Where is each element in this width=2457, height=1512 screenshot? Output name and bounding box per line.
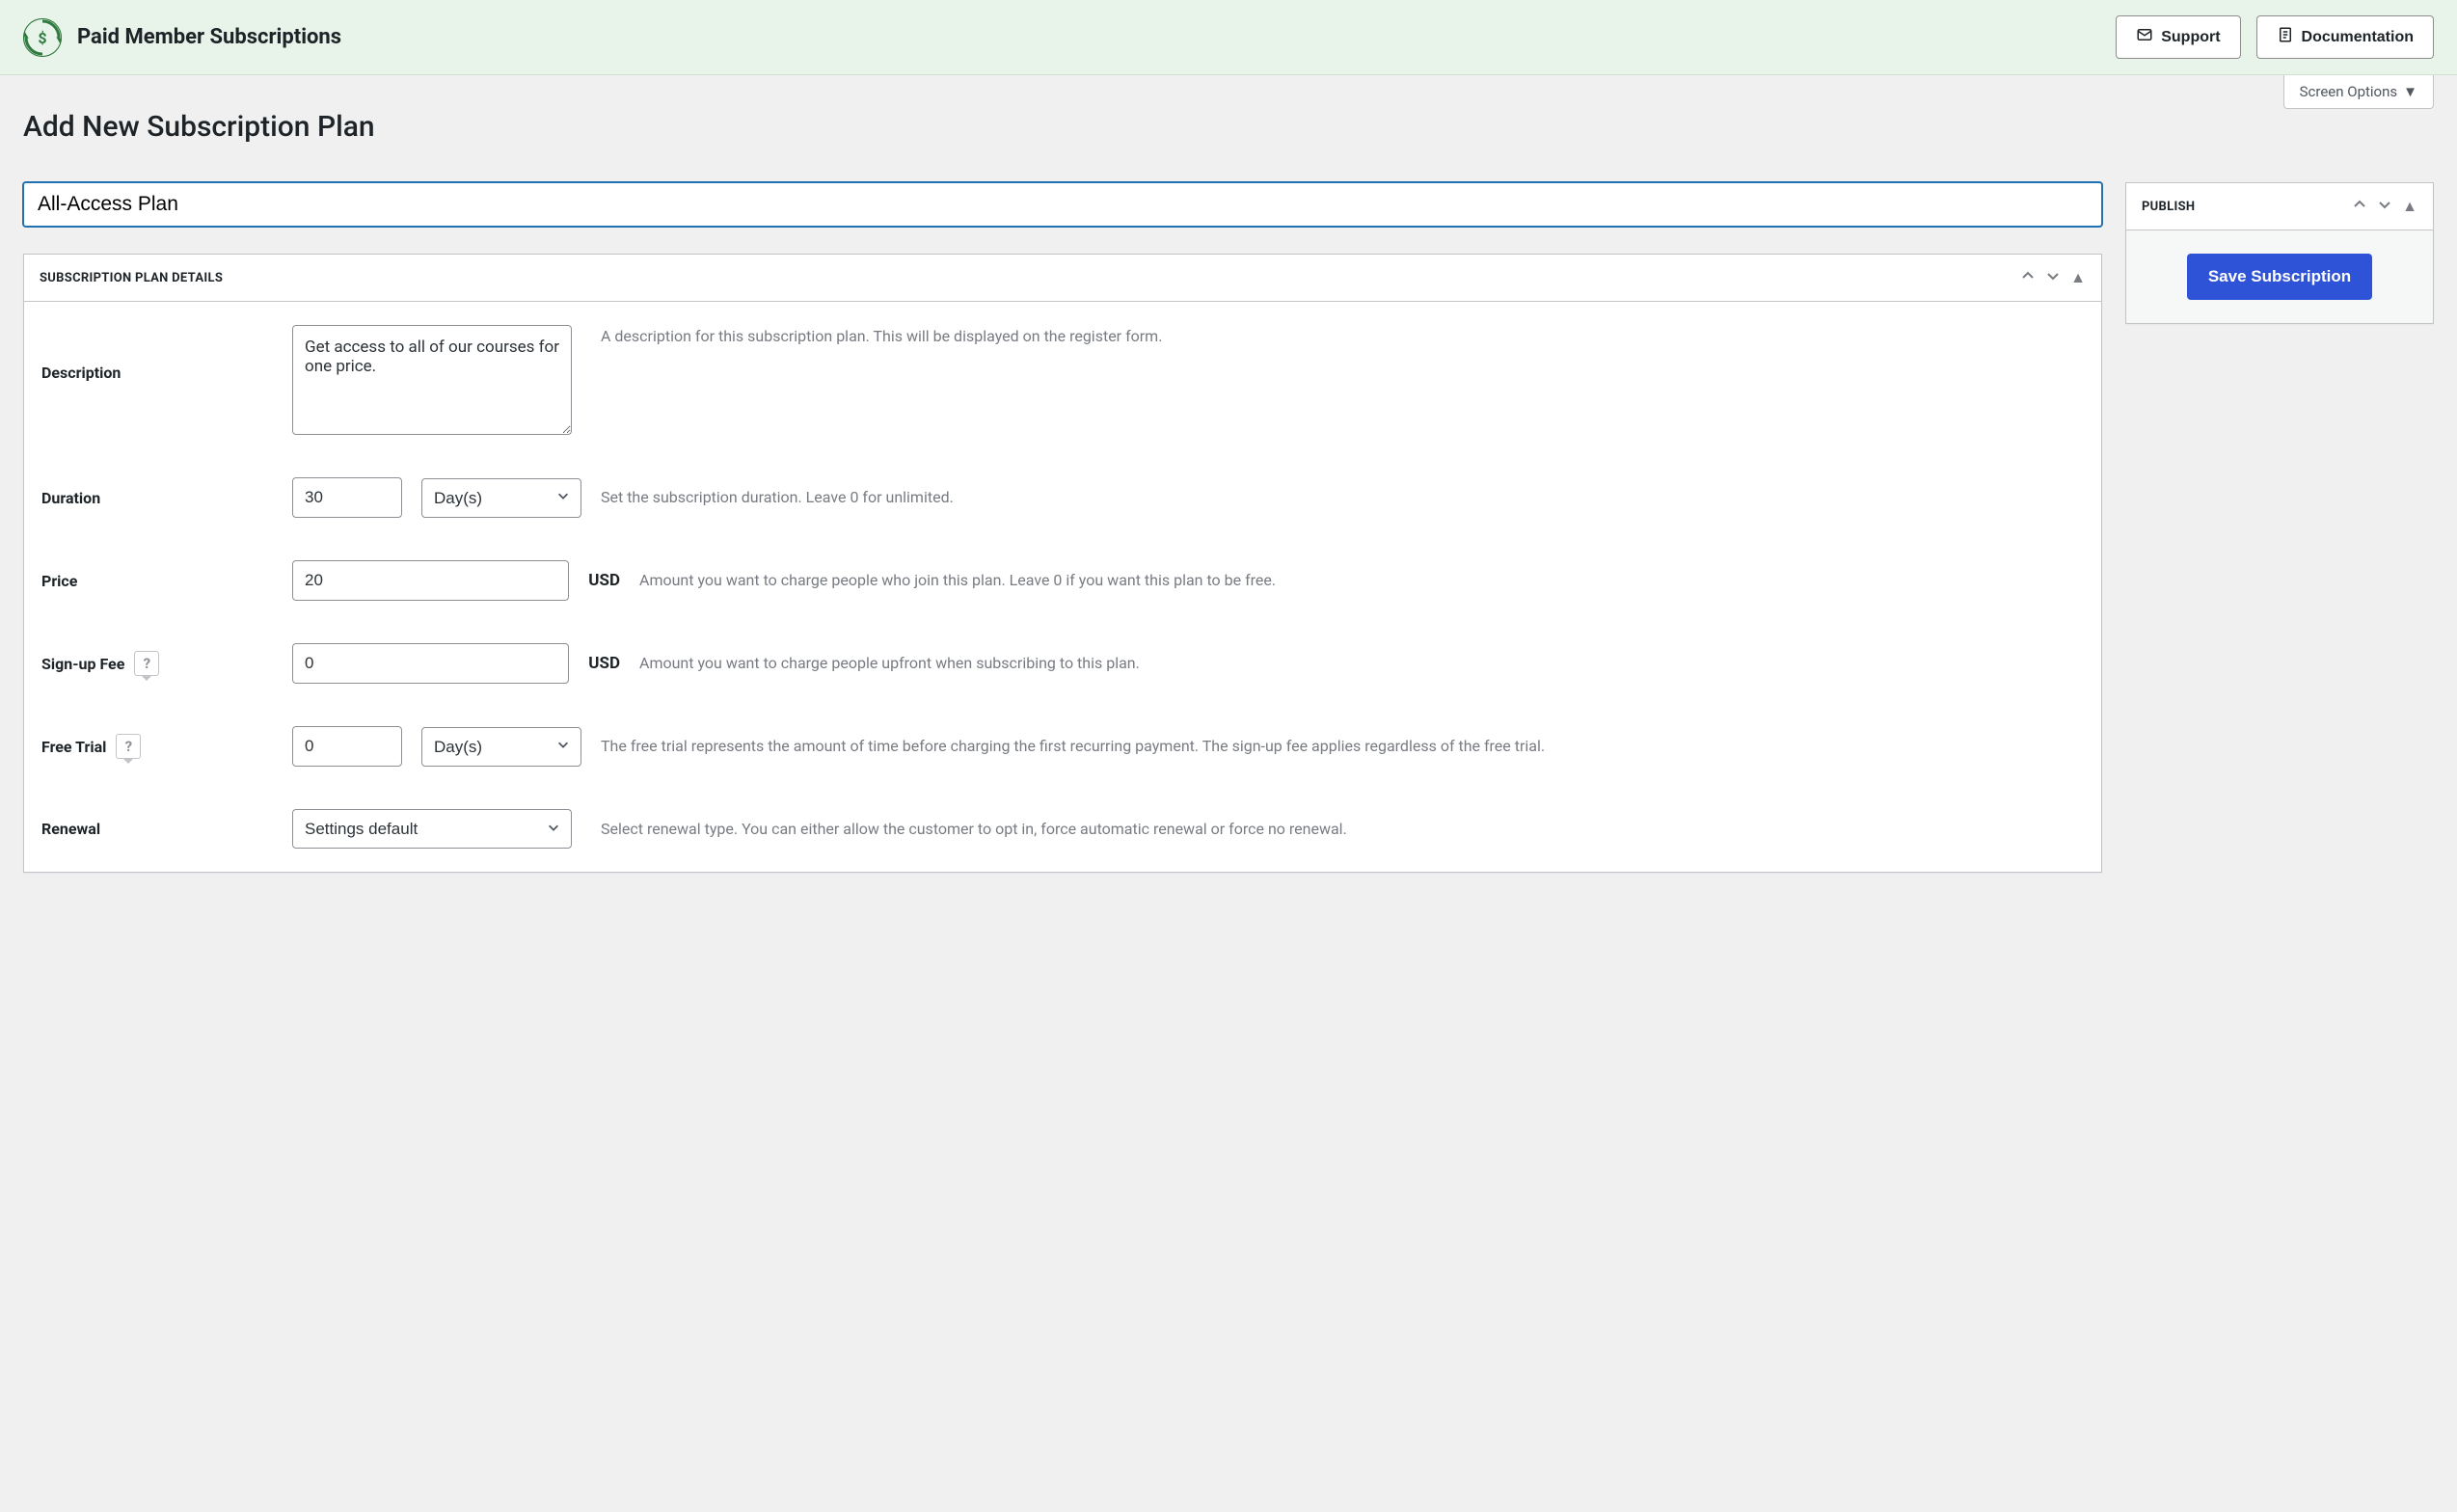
duration-unit-select[interactable]: Day(s) <box>421 478 581 518</box>
metabox-title: SUBSCRIPTION PLAN DETAILS <box>40 271 223 285</box>
documentation-button[interactable]: Documentation <box>2256 15 2434 59</box>
page-title: Add New Subscription Plan <box>23 75 2434 182</box>
publish-header: PUBLISH ▲ <box>2126 183 2433 230</box>
content-wrap: Screen Options ▼ Add New Subscription Pl… <box>0 75 2457 915</box>
mail-icon <box>2136 26 2153 48</box>
move-down-icon[interactable] <box>2377 197 2392 216</box>
duration-control: Day(s) <box>292 477 581 518</box>
renewal-select[interactable]: Settings default <box>292 809 572 849</box>
price-input[interactable] <box>292 560 569 601</box>
description-helper: A description for this subscription plan… <box>581 325 2084 348</box>
metabox-header: SUBSCRIPTION PLAN DETAILS ▲ <box>24 255 2101 302</box>
renewal-row: Renewal Settings default Se <box>41 809 2084 849</box>
plan-title-input[interactable] <box>23 182 2102 227</box>
signup-fee-row: Sign-up Fee ? USD Amount you want to cha… <box>41 643 2084 684</box>
signup-fee-label-text: Sign-up Fee <box>41 655 124 673</box>
move-up-icon[interactable] <box>2352 197 2367 216</box>
renewal-select-wrap: Settings default <box>292 809 572 849</box>
description-control: Get access to all of our courses for one… <box>292 325 581 435</box>
toggle-icon[interactable]: ▲ <box>2070 268 2086 287</box>
documentation-label: Documentation <box>2302 29 2414 46</box>
free-trial-unit-select[interactable]: Day(s) <box>421 727 581 767</box>
duration-helper: Set the subscription duration. Leave 0 f… <box>581 486 2084 509</box>
description-row: Description Get access to all of our cou… <box>41 325 2084 435</box>
signup-fee-control: USD <box>292 643 620 684</box>
price-row: Price USD Amount you want to charge peop… <box>41 560 2084 601</box>
banner-right: Support Documentation <box>2116 15 2434 59</box>
help-icon[interactable]: ? <box>116 734 141 759</box>
banner-left: $ Paid Member Subscriptions <box>23 18 341 57</box>
top-banner: $ Paid Member Subscriptions Support <box>0 0 2457 75</box>
free-trial-label: Free Trial ? <box>41 734 292 759</box>
support-button[interactable]: Support <box>2116 15 2240 59</box>
duration-unit-wrap: Day(s) <box>421 478 581 518</box>
metabox-controls: ▲ <box>2020 268 2086 287</box>
free-trial-input[interactable] <box>292 726 402 767</box>
metabox-body: Description Get access to all of our cou… <box>24 302 2101 872</box>
support-label: Support <box>2161 29 2220 46</box>
publish-title: PUBLISH <box>2142 200 2195 214</box>
signup-fee-label: Sign-up Fee ? <box>41 651 292 676</box>
free-trial-helper: The free trial represents the amount of … <box>581 735 2084 758</box>
help-icon[interactable]: ? <box>134 651 159 676</box>
renewal-label: Renewal <box>41 820 292 838</box>
screen-options-toggle[interactable]: Screen Options ▼ <box>2283 75 2434 109</box>
duration-input[interactable] <box>292 477 402 518</box>
caret-down-icon: ▼ <box>2403 83 2417 100</box>
duration-label: Duration <box>41 489 292 507</box>
free-trial-control: Day(s) <box>292 726 581 767</box>
banner-title: Paid Member Subscriptions <box>77 25 341 49</box>
price-currency: USD <box>588 571 620 590</box>
left-column: SUBSCRIPTION PLAN DETAILS ▲ Description <box>23 182 2102 892</box>
right-column: PUBLISH ▲ Save Subscription <box>2125 182 2434 892</box>
price-label: Price <box>41 572 292 590</box>
description-textarea[interactable]: Get access to all of our courses for one… <box>292 325 572 435</box>
move-up-icon[interactable] <box>2020 268 2036 287</box>
subscription-plan-details-metabox: SUBSCRIPTION PLAN DETAILS ▲ Description <box>23 254 2102 873</box>
document-icon <box>2277 26 2294 48</box>
main-columns: SUBSCRIPTION PLAN DETAILS ▲ Description <box>23 182 2434 892</box>
renewal-helper: Select renewal type. You can either allo… <box>581 818 2084 841</box>
plugin-logo-icon: $ <box>23 18 62 57</box>
signup-fee-input[interactable] <box>292 643 569 684</box>
svg-text:$: $ <box>38 29 46 47</box>
free-trial-unit-wrap: Day(s) <box>421 727 581 767</box>
move-down-icon[interactable] <box>2045 268 2061 287</box>
description-label: Description <box>41 325 292 382</box>
duration-row: Duration Day(s) <box>41 477 2084 518</box>
signup-fee-helper: Amount you want to charge people upfront… <box>620 652 2084 675</box>
save-subscription-button[interactable]: Save Subscription <box>2187 254 2372 300</box>
signup-fee-currency: USD <box>588 654 620 673</box>
publish-body: Save Subscription <box>2126 230 2433 323</box>
free-trial-label-text: Free Trial <box>41 738 106 756</box>
screen-options-label: Screen Options <box>2300 83 2398 100</box>
free-trial-row: Free Trial ? Day(s) <box>41 726 2084 767</box>
publish-controls: ▲ <box>2352 197 2417 216</box>
price-control: USD <box>292 560 620 601</box>
price-helper: Amount you want to charge people who joi… <box>620 569 2084 592</box>
toggle-icon[interactable]: ▲ <box>2402 197 2417 216</box>
renewal-control: Settings default <box>292 809 581 849</box>
publish-metabox: PUBLISH ▲ Save Subscription <box>2125 182 2434 324</box>
